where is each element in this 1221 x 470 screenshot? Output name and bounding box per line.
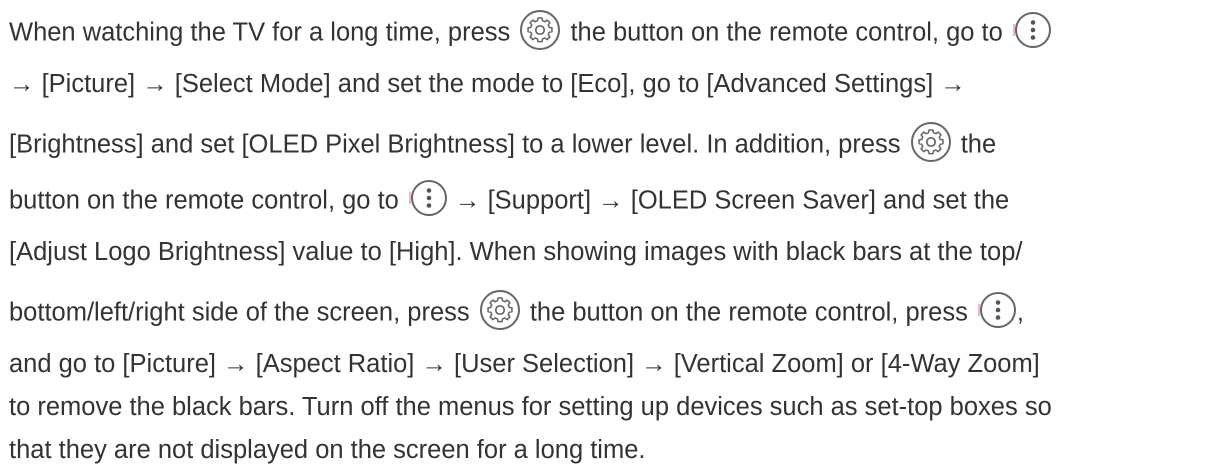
text-segment: that they are not displayed on the scree… <box>9 436 646 464</box>
settings-gear-icon <box>519 9 561 51</box>
text-line-1: When watching the TV for a long time, pr… <box>9 13 1052 55</box>
text-segment: the button on the remote control, press <box>522 298 975 327</box>
manual-paragraph: When watching the TV for a long time, pr… <box>0 0 1221 470</box>
text-segment: , <box>1016 298 1025 327</box>
text-line-3: [Brightness] and set [OLED Pixel Brightn… <box>9 125 996 167</box>
more-options-icon <box>406 177 448 219</box>
text-line-4: button on the remote control, go to → [S… <box>9 181 1009 223</box>
more-options-icon <box>975 289 1017 331</box>
text-segment: [Adjust Logo Brightness] value to [High]… <box>9 238 1023 266</box>
text-segment: to remove the black bars. Turn off the m… <box>9 393 1052 421</box>
text-segment: the button on the remote control, go to <box>563 18 1010 47</box>
text-line-8: to remove the black bars. Turn off the m… <box>9 392 1052 422</box>
text-segment: When watching the TV for a long time, pr… <box>9 18 518 47</box>
text-line-7: and go to [Picture] → [Aspect Ratio] → [… <box>9 349 1040 379</box>
text-line-2: → [Picture] → [Select Mode] and set the … <box>9 69 966 99</box>
text-line-6: bottom/left/right side of the screen, pr… <box>9 293 1024 335</box>
settings-gear-icon <box>910 121 952 163</box>
text-segment: → [Support] → [OLED Screen Saver] and se… <box>447 186 1010 215</box>
text-line-9: that they are not displayed on the scree… <box>9 435 645 465</box>
text-segment: [Brightness] and set [OLED Pixel Brightn… <box>9 130 908 159</box>
settings-gear-icon <box>479 289 521 331</box>
text-segment: → [Picture] → [Select Mode] and set the … <box>9 70 966 98</box>
text-segment: button on the remote control, go to <box>9 186 406 215</box>
text-segment: and go to [Picture] → [Aspect Ratio] → [… <box>9 350 1040 378</box>
text-line-5: [Adjust Logo Brightness] value to [High]… <box>9 237 1022 267</box>
more-options-icon <box>1010 9 1052 51</box>
text-segment: bottom/left/right side of the screen, pr… <box>9 298 477 327</box>
text-segment: the <box>953 130 997 159</box>
